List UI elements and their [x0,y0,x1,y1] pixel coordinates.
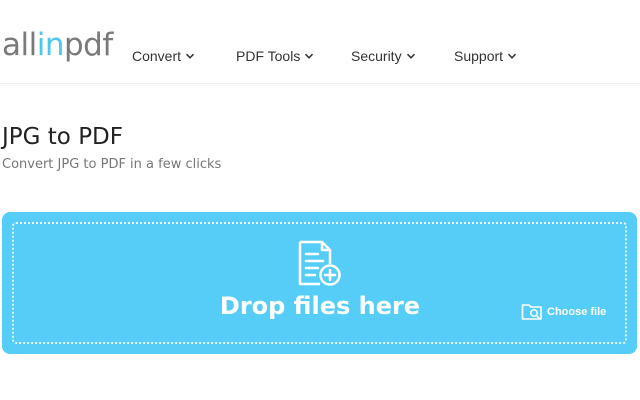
logo-text-pdf: pdf [64,27,113,63]
nav-support[interactable]: Support [454,46,517,66]
page-title: JPG to PDF [2,124,123,150]
nav-support-label: Support [454,48,504,64]
logo-text-in: in [36,27,65,63]
chevron-down-icon [185,53,195,59]
nav-convert-label: Convert [132,48,182,64]
choose-file-label: Choose file [547,306,607,318]
chevron-down-icon [406,53,415,59]
chevron-down-icon [508,53,517,59]
choose-file-button[interactable]: Choose file [521,301,606,323]
nav-convert[interactable]: Convert [132,46,195,66]
allinpdf-logo[interactable]: allinpdf [2,30,113,61]
nav-pdf-tools-label: PDF Tools [236,48,301,64]
nav-security-label: Security [351,48,402,64]
nav-pdf-tools[interactable]: PDF Tools [236,46,314,66]
page-subtitle: Convert JPG to PDF in a few clicks [2,157,222,172]
site-header: allinpdf Convert PDF Tools Security Supp… [0,0,640,84]
chevron-down-icon [305,53,314,59]
document-add-icon [298,240,341,286]
folder-search-icon [521,304,542,320]
logo-text-all: all [2,27,37,63]
nav-security[interactable]: Security [351,46,416,66]
